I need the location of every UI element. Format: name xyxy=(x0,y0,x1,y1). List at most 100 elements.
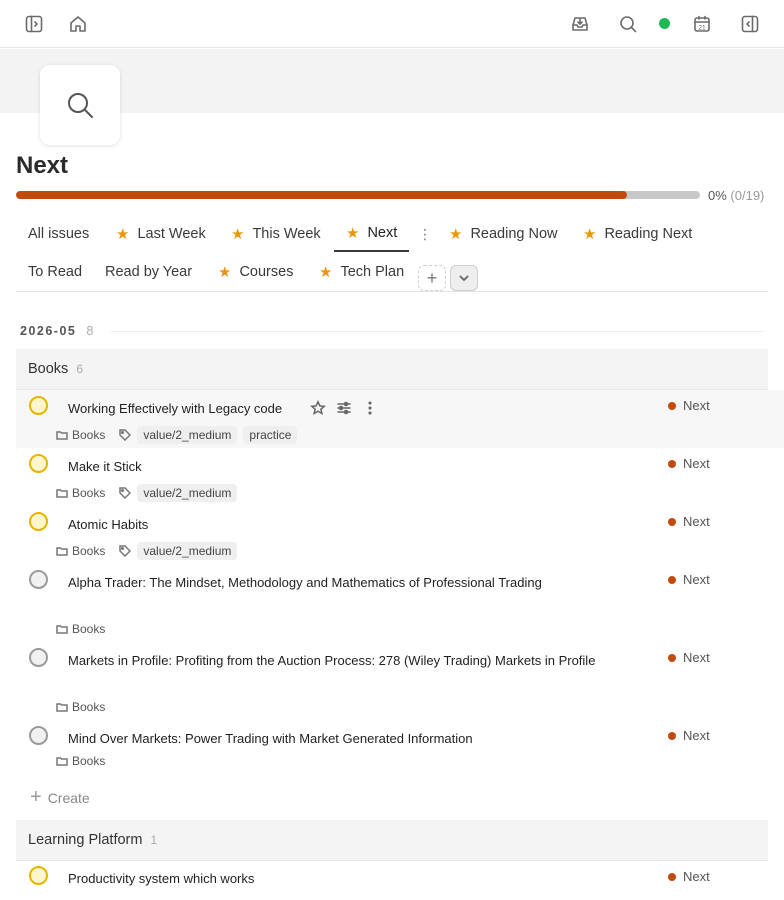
star-icon: ★ xyxy=(346,225,360,242)
project-label[interactable]: Books xyxy=(72,622,105,636)
issue-title[interactable]: Markets in Profile: Profiting from the A… xyxy=(68,653,595,668)
tab-this-week[interactable]: ★ This Week xyxy=(219,216,333,252)
status-label: Next xyxy=(683,572,710,587)
create-issue-button[interactable]: + Create xyxy=(30,786,90,809)
status-badge[interactable]: Next xyxy=(668,572,710,587)
status-dot-icon xyxy=(668,731,676,740)
group-count: 1 xyxy=(150,833,158,847)
inbox-icon[interactable] xyxy=(568,12,592,36)
folder-icon xyxy=(56,547,68,556)
tab-label: Last Week xyxy=(137,226,206,242)
star-icon: ★ xyxy=(319,264,333,281)
tab-reading-now[interactable]: ★ Reading Now xyxy=(437,216,570,252)
project-label[interactable]: Books xyxy=(72,754,105,768)
status-label: Next xyxy=(683,456,710,471)
more-vertical-icon[interactable] xyxy=(362,400,378,416)
list-item[interactable]: Alpha Trader: The Mindset, Methodology a… xyxy=(16,564,784,642)
plus-icon: + xyxy=(30,786,42,808)
issue-title[interactable]: Alpha Trader: The Mindset, Methodology a… xyxy=(68,575,542,590)
tag-chip[interactable]: value/2_medium xyxy=(137,542,238,560)
tab-courses[interactable]: ★ Courses xyxy=(206,254,305,290)
item-meta: Books value/2_medium practice xyxy=(56,426,303,444)
list-item[interactable]: Working Effectively with Legacy code Nex… xyxy=(16,390,784,448)
issue-title[interactable]: Working Effectively with Legacy code xyxy=(68,401,282,416)
issue-title[interactable]: Atomic Habits xyxy=(68,517,148,532)
list-item[interactable]: Mind Over Markets: Power Trading with Ma… xyxy=(16,720,784,778)
project-label[interactable]: Books xyxy=(72,700,105,714)
top-bar: 21 xyxy=(0,0,784,48)
status-badge[interactable]: Next xyxy=(668,456,710,471)
sidebar-toggle-icon[interactable] xyxy=(22,12,46,36)
status-dot-icon xyxy=(668,459,676,468)
tab-to-read[interactable]: To Read xyxy=(16,254,94,290)
status-label: Next xyxy=(683,650,710,665)
group-header-books[interactable]: Books 6 xyxy=(16,349,768,390)
issue-title[interactable]: Make it Stick xyxy=(68,459,142,474)
status-circle-icon[interactable] xyxy=(29,648,48,667)
status-badge[interactable]: Next xyxy=(668,650,710,665)
plus-icon: + xyxy=(426,267,438,288)
calendar-icon[interactable]: 21 xyxy=(690,12,714,36)
status-badge[interactable]: Next xyxy=(668,514,710,529)
status-circle-icon[interactable] xyxy=(29,866,48,885)
group-count: 6 xyxy=(76,362,83,376)
tab-tech-plan[interactable]: ★ Tech Plan xyxy=(307,254,416,290)
create-label: Create xyxy=(47,789,90,806)
chevron-down-icon xyxy=(459,275,469,282)
list-item[interactable]: Make it Stick Next Books value/2_medium xyxy=(16,448,784,506)
right-panel-icon[interactable] xyxy=(738,12,762,36)
status-circle-icon[interactable] xyxy=(29,396,48,415)
project-label[interactable]: Books xyxy=(72,428,105,442)
list-item[interactable]: Atomic Habits Next Books value/2_medium xyxy=(16,506,784,564)
status-dot-icon xyxy=(668,517,676,526)
status-label: Next xyxy=(683,728,710,743)
list-item[interactable]: Markets in Profile: Profiting from the A… xyxy=(16,642,784,720)
add-tab-button[interactable]: + xyxy=(418,265,446,291)
issue-title[interactable]: Productivity system which works xyxy=(68,871,254,886)
status-circle-icon[interactable] xyxy=(29,512,48,531)
page-icon[interactable] xyxy=(40,65,120,145)
list-item[interactable]: Productivity system which works Next xyxy=(16,861,784,900)
expand-tabs-button[interactable] xyxy=(450,265,478,291)
status-badge[interactable]: Next xyxy=(668,398,710,413)
tab-all-issues[interactable]: All issues xyxy=(16,216,101,252)
tab-reading-next[interactable]: ★ Reading Next xyxy=(571,216,704,252)
star-outline-icon[interactable] xyxy=(310,400,326,416)
folder-icon xyxy=(56,757,68,766)
status-circle-icon[interactable] xyxy=(29,570,48,589)
status-badge[interactable]: Next xyxy=(668,869,710,884)
sliders-icon[interactable] xyxy=(336,400,352,416)
folder-icon xyxy=(56,489,68,498)
tag-icon xyxy=(119,487,132,499)
tab-next[interactable]: ★ Next xyxy=(334,216,410,252)
group-header-learning-platform[interactable]: Learning Platform 1 xyxy=(16,820,768,861)
status-circle-icon[interactable] xyxy=(29,454,48,473)
item-meta: Books xyxy=(56,754,105,768)
tab-last-week[interactable]: ★ Last Week xyxy=(104,216,218,252)
item-meta: Books xyxy=(56,622,105,636)
issue-title[interactable]: Mind Over Markets: Power Trading with Ma… xyxy=(68,731,473,746)
star-icon: ★ xyxy=(231,226,245,243)
progress-count: (0/19) xyxy=(730,188,765,203)
tag-chip[interactable]: practice xyxy=(243,426,298,444)
status-dot xyxy=(659,18,670,29)
page-title: Next xyxy=(16,152,69,179)
star-icon: ★ xyxy=(116,226,130,243)
more-icon[interactable]: ⋮ xyxy=(418,226,432,243)
progress-label: 0% (0/19) xyxy=(708,188,764,203)
tag-chip[interactable]: value/2_medium xyxy=(137,484,238,502)
tab-label: Reading Now xyxy=(470,226,558,242)
project-label[interactable]: Books xyxy=(72,544,105,558)
project-label[interactable]: Books xyxy=(72,486,105,500)
tab-read-by-year[interactable]: Read by Year xyxy=(93,254,204,290)
tab-label: Tech Plan xyxy=(340,264,405,280)
home-icon[interactable] xyxy=(66,12,90,36)
status-dot-icon xyxy=(668,872,676,881)
tab-label: All issues xyxy=(28,226,90,242)
status-badge[interactable]: Next xyxy=(668,728,710,743)
status-circle-icon[interactable] xyxy=(29,726,48,745)
tag-chip[interactable]: value/2_medium xyxy=(137,426,238,444)
search-icon[interactable] xyxy=(616,12,640,36)
status-label: Next xyxy=(683,514,710,529)
date-group-label: 2026-05 xyxy=(20,324,77,338)
